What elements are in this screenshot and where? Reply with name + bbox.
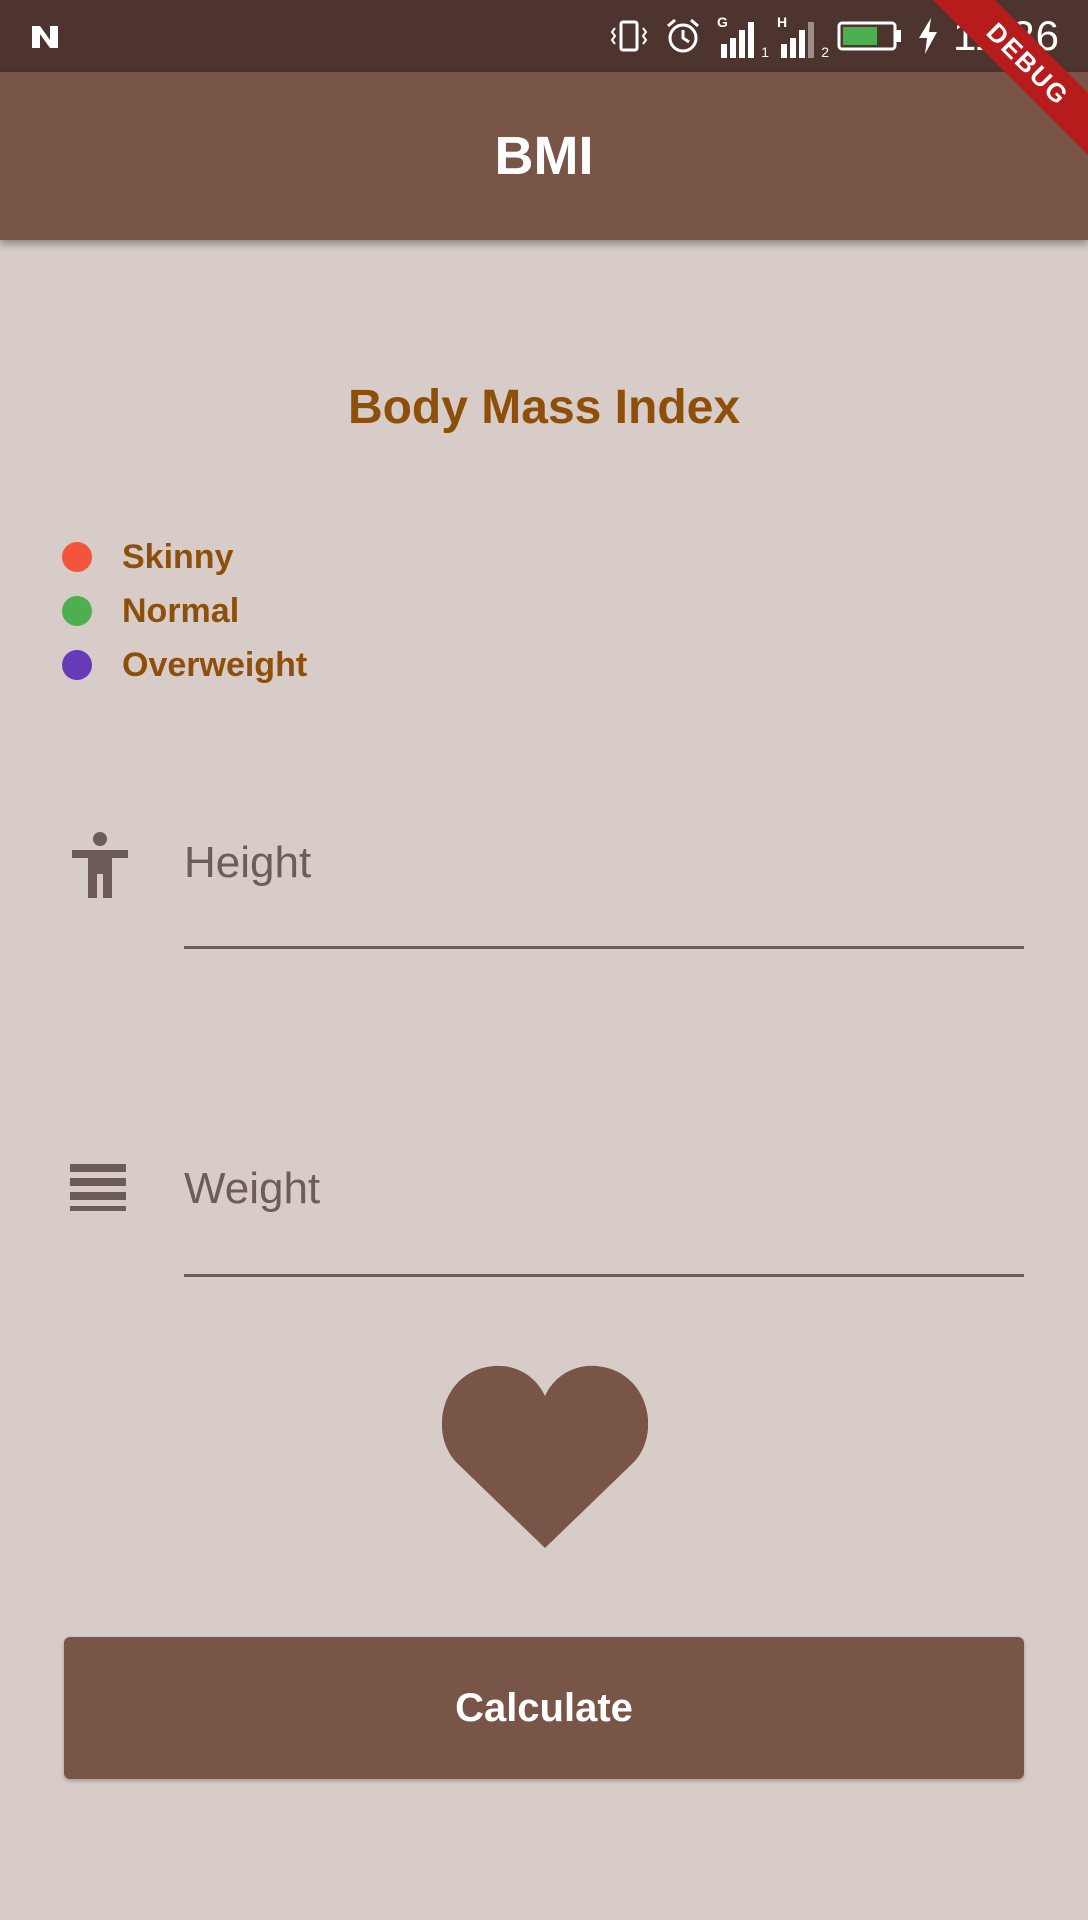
alarm-icon [667,18,699,53]
legend-item-overweight: Overweight [62,638,307,692]
page-heading: Body Mass Index [347,381,741,434]
app-title: BMI [494,126,594,186]
notification-icon [32,26,58,48]
weight-underline [184,1274,1024,1277]
clock: 11:26 [953,12,1060,59]
bmi-legend: Skinny Normal Overweight [62,530,307,692]
weight-input[interactable]: Weight [184,1164,320,1214]
legend-dot-skinny [62,542,92,572]
legend-label-normal: Normal [122,591,240,630]
sim1-index: 1 [761,44,769,60]
calculate-button-label: Calculate [455,1685,633,1730]
height-field[interactable]: Height [0,820,1088,960]
accessibility-icon [72,832,128,898]
charging-icon [919,18,937,54]
legend-label-skinny: Skinny [122,537,234,576]
legend-label-overweight: Overweight [122,645,308,684]
legend-item-skinny: Skinny [62,530,307,584]
weight-icon [70,1164,126,1211]
status-bar: G 1 H 2 11:26 [0,0,1088,72]
legend-dot-normal [62,596,92,626]
heart-icon [442,1365,648,1548]
sim2-index: 2 [821,44,829,60]
legend-item-normal: Normal [62,584,307,638]
legend-dot-overweight [62,650,92,680]
height-input[interactable]: Height [184,838,311,888]
battery-icon [837,21,901,51]
weight-field[interactable]: Weight [0,1148,1088,1288]
height-underline [184,946,1024,949]
signal-sim2-icon: H 2 [777,12,829,60]
signal-sim1-icon: G 1 [717,12,769,60]
vibrate-icon [610,20,648,52]
app-bar: BMI [0,72,1088,240]
calculate-button[interactable]: Calculate [64,1637,1024,1779]
